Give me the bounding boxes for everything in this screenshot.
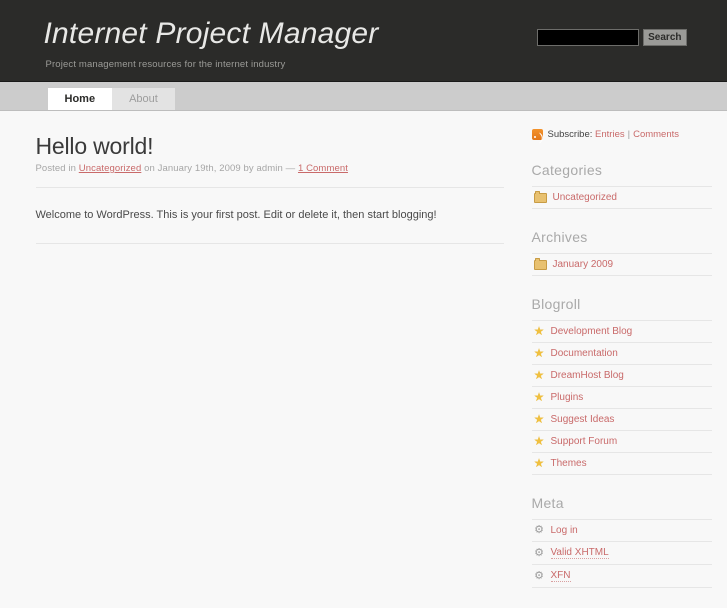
list-item-link[interactable]: Documentation xyxy=(551,348,618,359)
rss-icon xyxy=(531,129,543,140)
post-comments-link[interactable]: 1 Comment xyxy=(298,163,348,174)
list-item[interactable]: ⚙ XFN xyxy=(531,565,712,588)
search-input[interactable] xyxy=(537,29,640,46)
star-icon: ★ xyxy=(533,368,545,382)
search-button[interactable]: Search xyxy=(643,29,687,46)
sidebar: Subscribe: Entries | Comments Categories… xyxy=(531,111,712,608)
list-item[interactable]: ⚙ Valid XHTML xyxy=(531,542,712,565)
page-wrapper: Hello world! Posted in Uncategorized on … xyxy=(14,111,714,608)
list-item[interactable]: January 2009 xyxy=(531,254,712,276)
post-category-link[interactable]: Uncategorized xyxy=(79,163,142,174)
folder-icon xyxy=(533,258,547,270)
star-icon: ★ xyxy=(533,456,545,470)
widget-archives: Archives January 2009 xyxy=(531,229,712,276)
widget-list: ★ Development Blog ★ Documentation ★ DreamHos… xyxy=(531,320,712,475)
list-item[interactable]: ★ Development Blog xyxy=(531,321,712,343)
list-item[interactable]: ★ DreamHost Blog xyxy=(531,365,712,387)
list-item-link[interactable]: DreamHost Blog xyxy=(551,370,624,381)
main-content: Hello world! Posted in Uncategorized on … xyxy=(35,111,504,244)
post-author: admin xyxy=(256,163,283,174)
widget-title: Meta xyxy=(531,495,564,511)
widget-blogroll: Blogroll ★ Development Blog ★ Documentation ★… xyxy=(531,296,712,475)
post-meta-posted-in: Posted in xyxy=(35,163,77,174)
list-item[interactable]: ★ Documentation xyxy=(531,343,712,365)
star-icon: ★ xyxy=(533,390,545,404)
subscribe-separator: | xyxy=(627,129,631,140)
nav-tabs: Home About xyxy=(14,82,714,110)
widget-categories: Categories Uncategorized xyxy=(531,162,712,209)
list-item-link[interactable]: Suggest Ideas xyxy=(551,414,615,425)
list-item-link[interactable]: XFN xyxy=(550,570,571,582)
widget-list: January 2009 xyxy=(531,253,712,276)
nav-tab-about[interactable]: About xyxy=(112,88,175,110)
post-meta-on: on xyxy=(144,163,155,174)
star-icon: ★ xyxy=(533,324,545,338)
header-inner: Internet Project Manager Project managem… xyxy=(14,0,714,81)
subscribe-label: Subscribe: xyxy=(547,129,593,140)
star-icon: ★ xyxy=(533,412,545,426)
star-icon: ★ xyxy=(533,346,545,360)
post-meta: Posted in Uncategorized on January 19th,… xyxy=(35,163,504,188)
list-item-link[interactable]: Uncategorized xyxy=(553,192,617,203)
list-item-link[interactable]: Themes xyxy=(551,458,587,469)
post: Hello world! Posted in Uncategorized on … xyxy=(35,133,504,244)
site-tagline: Project management resources for the int… xyxy=(45,59,286,70)
widget-title: Categories xyxy=(531,162,603,178)
widget-list: Uncategorized xyxy=(531,186,712,209)
gear-icon: ⚙ xyxy=(534,546,544,559)
post-title[interactable]: Hello world! xyxy=(36,133,504,159)
list-item[interactable]: ★ Support Forum xyxy=(531,431,712,453)
main-navigation: Home About xyxy=(0,82,727,111)
site-header: Internet Project Manager Project managem… xyxy=(0,0,727,82)
widget-title: Archives xyxy=(531,229,588,245)
nav-tab-home[interactable]: Home xyxy=(47,88,113,110)
subscribe-entries-link[interactable]: Entries xyxy=(595,129,625,140)
list-item-link[interactable]: Support Forum xyxy=(551,436,618,447)
star-icon: ★ xyxy=(533,434,545,448)
post-body-text: Welcome to WordPress. This is your first… xyxy=(35,209,437,221)
list-item-link[interactable]: Plugins xyxy=(551,392,584,403)
post-meta-by: by xyxy=(243,163,254,174)
search-form: Search xyxy=(537,29,687,46)
subscribe-comments-link[interactable]: Comments xyxy=(633,129,679,140)
post-date: January 19th, 2009 xyxy=(157,163,241,174)
folder-icon xyxy=(533,191,547,203)
post-body: Welcome to WordPress. This is your first… xyxy=(35,188,504,244)
list-item[interactable]: ⚙ Log in xyxy=(531,520,712,542)
list-item-link[interactable]: Development Blog xyxy=(551,326,633,337)
list-item[interactable]: Uncategorized xyxy=(531,187,712,209)
subscribe-line: Subscribe: Entries | Comments xyxy=(531,129,712,140)
list-item-link[interactable]: January 2009 xyxy=(553,259,614,270)
list-item-link[interactable]: Valid XHTML xyxy=(550,547,609,559)
widget-list: ⚙ Log in ⚙ Valid XHTML ⚙ XFN xyxy=(531,519,712,588)
sidebar-widgets: Categories Uncategorized Archives January 2… xyxy=(531,162,712,588)
list-item[interactable]: ★ Suggest Ideas xyxy=(531,409,712,431)
post-meta-dash: — xyxy=(285,163,296,174)
widget-title: Blogroll xyxy=(531,296,581,312)
gear-icon: ⚙ xyxy=(534,569,544,582)
widget-meta: Meta ⚙ Log in ⚙ Valid XHTML ⚙ XFN xyxy=(531,495,712,588)
gear-icon: ⚙ xyxy=(534,524,544,536)
list-item[interactable]: ★ Plugins xyxy=(531,387,712,409)
list-item-link[interactable]: Log in xyxy=(551,525,578,536)
list-item[interactable]: ★ Themes xyxy=(531,453,712,475)
